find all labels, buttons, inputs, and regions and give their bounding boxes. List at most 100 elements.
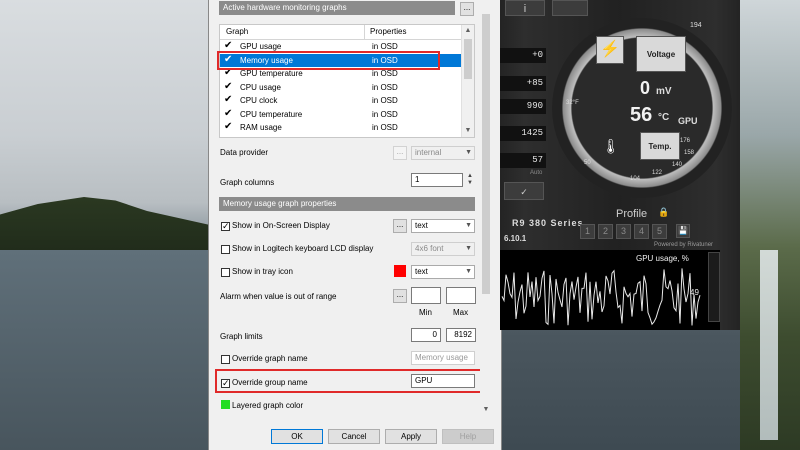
apply-button[interactable]: Apply [385, 429, 437, 444]
scroll-down-icon[interactable]: ▼ [480, 406, 492, 413]
highlight-memory-usage-row [217, 51, 440, 70]
save-profile-icon[interactable]: 💾 [676, 224, 690, 238]
graph-limit-min-input[interactable]: 0 [411, 328, 441, 342]
active-graphs-options-button[interactable]: ... [460, 2, 474, 16]
cancel-button[interactable]: Cancel [328, 429, 380, 444]
temperature-value: 56 [630, 104, 653, 126]
alarm-max-input[interactable] [446, 287, 476, 304]
fan-auto-label: Auto [530, 170, 543, 176]
profile-slot-button[interactable]: 3 [616, 224, 631, 239]
data-provider-label: Data provider [220, 148, 269, 157]
ok-button[interactable]: OK [271, 429, 323, 444]
info-icon[interactable]: i [505, 0, 545, 16]
lock-icon[interactable]: 🔒 [658, 207, 669, 218]
profile-slot-button[interactable]: 1 [580, 224, 595, 239]
show-in-osd-checkbox[interactable]: ✓ [221, 222, 230, 231]
row-graph-properties: in OSD [372, 109, 398, 119]
row-graph-name: CPU usage [240, 82, 281, 92]
alarm-min-label: Min [419, 308, 432, 317]
osd-mode-value: text [415, 221, 428, 230]
graph-columns-input[interactable]: 1 [411, 173, 463, 187]
apply-check-icon[interactable]: ✓ [504, 182, 544, 200]
tray-color-swatch[interactable] [394, 265, 406, 277]
temperature-unit: °C [658, 112, 670, 123]
thermometer-icon: 🌡 [602, 138, 620, 154]
graph-list-row[interactable]: ✔ RAM usage in OSD [220, 121, 462, 134]
tray-mode-select[interactable]: text ▼ [411, 265, 475, 279]
tray-mode-value: text [415, 267, 428, 276]
row-check-icon[interactable]: ✔ [224, 95, 234, 105]
scroll-down-icon[interactable]: ▼ [462, 125, 474, 137]
row-check-icon[interactable]: ✔ [224, 81, 234, 92]
value-readout-2: +85 [500, 76, 546, 91]
show-in-osd-label: Show in On-Screen Display [232, 221, 330, 230]
override-graph-name-input[interactable]: Memory usage [411, 351, 475, 365]
graph-limits-label: Graph limits [220, 332, 263, 341]
alarm-min-input[interactable] [411, 287, 441, 304]
graph-list-row[interactable]: ✔ CPU temperature in OSD [220, 108, 462, 121]
wallpaper-waterfall [760, 250, 778, 440]
layered-graph-color-swatch[interactable] [221, 400, 230, 409]
graph-list[interactable]: Graph Properties ✔ GPU usage in OSD ✔ Memory… [219, 24, 475, 138]
value-readout-1: +0 [500, 48, 546, 63]
show-in-tray-label: Show in tray icon [232, 267, 293, 276]
gauge-tick-1: 194 [690, 22, 702, 29]
layered-graph-color-label: Layered graph color [232, 401, 304, 410]
kboost-icon[interactable] [552, 0, 588, 16]
profile-label: Profile [616, 208, 648, 220]
osd-options-button[interactable]: ... [393, 219, 407, 233]
show-in-lcd-label: Show in Logitech keyboard LCD display [232, 244, 374, 253]
value-readout-4: 1425 [500, 126, 546, 141]
scroll-up-icon[interactable]: ▲ [462, 25, 474, 37]
profile-slot-button[interactable]: 4 [634, 224, 649, 239]
row-graph-properties: in OSD [372, 82, 398, 92]
scroll-thumb[interactable] [464, 39, 472, 79]
gauge-tick-2: 176 [680, 138, 691, 144]
graph-list-scrollbar[interactable]: ▲ ▼ [461, 25, 474, 137]
lcd-font-select[interactable]: 4x6 font ▼ [411, 242, 475, 256]
chevron-down-icon: ▼ [465, 222, 472, 229]
graph-columns-label: Graph columns [220, 178, 275, 187]
data-provider-select[interactable]: internal ▼ [411, 146, 475, 160]
chevron-down-icon: ▼ [465, 149, 472, 156]
data-provider-options-button[interactable]: ... [393, 146, 407, 160]
row-check-icon[interactable]: ✔ [224, 108, 234, 119]
rivatuner-credit: Powered by Rivatuner [654, 242, 714, 248]
voltage-value: 0 [640, 78, 651, 98]
row-graph-properties: in OSD [372, 96, 398, 105]
value-readout-5: 57 [500, 153, 546, 168]
gpu-usage-series-line [501, 268, 701, 326]
show-in-tray-checkbox[interactable] [221, 268, 230, 277]
graph-columns-stepper[interactable]: ▲ ▼ [465, 173, 475, 187]
osd-mode-select[interactable]: text ▼ [411, 219, 475, 233]
override-graph-name-checkbox[interactable] [221, 355, 230, 364]
settings-scroll-thumb[interactable] [482, 14, 490, 294]
graphics-card-name: R9 380 Series [512, 218, 584, 228]
lcd-font-value: 4x6 font [415, 244, 444, 253]
alarm-options-button[interactable]: ... [393, 289, 407, 303]
properties-column-header[interactable]: Properties [370, 25, 406, 39]
active-graphs-group-title: Active hardware monitoring graphs [219, 1, 455, 15]
graph-scrollbar[interactable] [708, 252, 720, 322]
show-in-lcd-checkbox[interactable] [221, 245, 230, 254]
graph-list-header: Graph Properties [220, 25, 462, 40]
profile-slot-button[interactable]: 5 [652, 224, 667, 239]
row-graph-properties: in OSD [372, 123, 398, 132]
column-separator [364, 25, 365, 39]
help-button[interactable]: Help [442, 429, 494, 444]
graph-limit-max-input[interactable]: 8192 [446, 328, 476, 342]
gauge-tick-6: 104 [630, 176, 641, 182]
data-provider-value: internal [415, 148, 442, 157]
graph-column-header[interactable]: Graph [226, 25, 248, 39]
gauge-tick-5: 122 [652, 170, 663, 176]
profile-slot-button[interactable]: 2 [598, 224, 613, 239]
highlight-override-group-name [215, 369, 483, 393]
chevron-down-icon: ▼ [465, 245, 472, 252]
row-check-icon[interactable]: ✔ [224, 122, 234, 132]
graph-list-row[interactable]: ✔ CPU usage in OSD [220, 81, 462, 94]
settings-scrollbar[interactable]: ▼ [480, 0, 492, 420]
lightning-icon: ⚡ [596, 36, 624, 64]
graph-list-row[interactable]: ✔ CPU clock in OSD [220, 94, 462, 107]
row-check-icon[interactable]: ✔ [224, 41, 234, 51]
graph-current-value: 49 [690, 288, 699, 297]
